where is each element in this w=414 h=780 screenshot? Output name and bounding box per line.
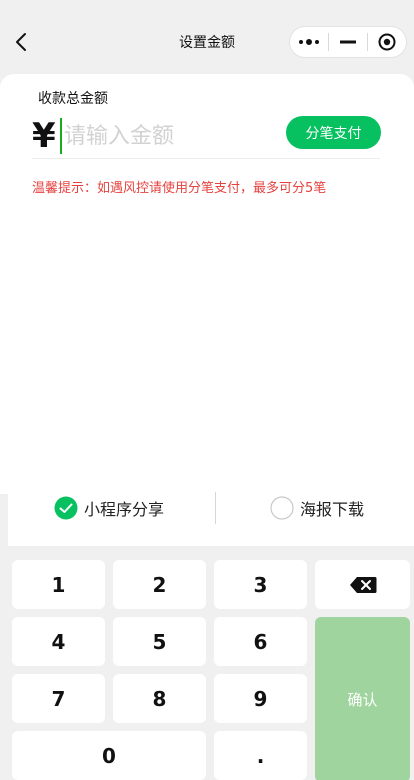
key-2[interactable]: 2	[113, 560, 206, 609]
more-dots-icon	[299, 39, 319, 45]
share-option-label: 海报下载	[300, 500, 365, 519]
unchecked-circle-icon	[270, 496, 294, 520]
key-1[interactable]: 1	[12, 560, 105, 609]
split-payment-button[interactable]: 分笔支付	[286, 116, 381, 149]
target-icon	[378, 33, 396, 51]
backspace-button[interactable]	[315, 560, 410, 609]
share-options: 小程序分享 海报下载	[8, 470, 414, 546]
close-button[interactable]	[368, 27, 406, 57]
key-0[interactable]: 0	[12, 731, 206, 780]
minimize-icon	[340, 40, 356, 44]
key-5[interactable]: 5	[113, 617, 206, 666]
key-8[interactable]: 8	[113, 674, 206, 723]
key-7[interactable]: 7	[12, 674, 105, 723]
warning-tip: 温馨提示：如遇风控请使用分笔支付，最多可分5笔	[32, 181, 327, 196]
key-dot[interactable]: .	[214, 731, 307, 780]
nav-bar: 设置金额	[0, 0, 414, 84]
numeric-keypad: 1 2 3 4 5 6 7 8 9 0 . 确认	[0, 546, 414, 780]
share-option-poster[interactable]: 海报下载	[270, 495, 364, 521]
total-amount-label: 收款总金额	[38, 91, 108, 107]
backspace-icon	[349, 576, 376, 593]
share-option-label: 小程序分享	[84, 500, 165, 519]
share-divider	[215, 492, 216, 524]
capsule-menu	[289, 26, 407, 58]
key-4[interactable]: 4	[12, 617, 105, 666]
more-button[interactable]	[290, 27, 328, 57]
confirm-button[interactable]: 确认	[315, 617, 410, 780]
minimize-button[interactable]	[329, 27, 367, 57]
check-circle-icon	[54, 496, 78, 520]
share-option-miniprogram[interactable]: 小程序分享	[54, 495, 164, 521]
key-6[interactable]: 6	[214, 617, 307, 666]
key-9[interactable]: 9	[214, 674, 307, 723]
currency-symbol: ¥	[32, 116, 56, 156]
divider	[32, 158, 380, 159]
key-3[interactable]: 3	[214, 560, 307, 609]
chevron-left-icon[interactable]	[12, 30, 32, 54]
amount-card: 收款总金额 ¥ 分笔支付 温馨提示：如遇风控请使用分笔支付，最多可分5笔	[0, 74, 414, 494]
amount-input[interactable]	[60, 118, 270, 154]
